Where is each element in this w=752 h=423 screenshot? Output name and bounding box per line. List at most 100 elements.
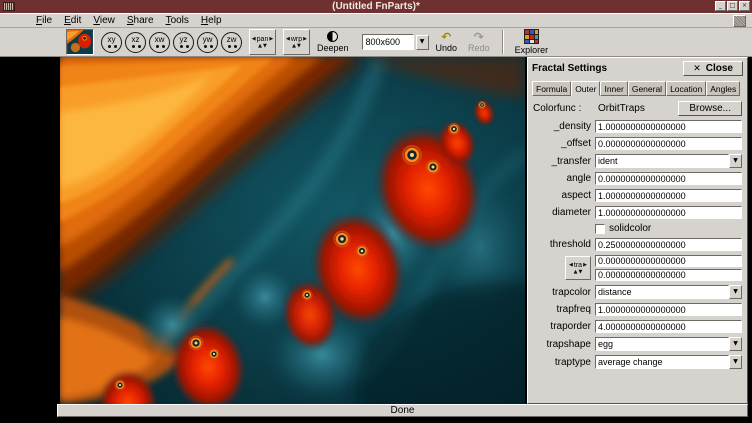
settings-row-trapfreq: trapfreq xyxy=(533,303,742,316)
traptype-combo[interactable]: average change ▼ xyxy=(595,355,742,369)
settings-row-offset: _offset xyxy=(533,137,742,150)
tab-formula[interactable]: Formula xyxy=(532,81,571,96)
axis-dots-icon xyxy=(204,45,207,48)
trapcolor-combo[interactable]: distance ▼ xyxy=(595,285,742,299)
titlebar-buttons: _ □ × xyxy=(715,1,750,11)
window-menu-icon[interactable] xyxy=(3,2,15,11)
fractal-settings-panel: Fractal Settings ✕ Close Formula Outer I… xyxy=(527,57,748,404)
offset-input[interactable] xyxy=(595,137,742,150)
trapfreq-input[interactable] xyxy=(595,303,742,316)
resolution-value[interactable]: 800x600 xyxy=(362,34,414,50)
menu-share[interactable]: Share xyxy=(121,15,160,26)
tab-inner[interactable]: Inner xyxy=(600,81,627,96)
diameter-input[interactable] xyxy=(595,206,742,219)
colorfunc-label: Colorfunc : xyxy=(533,103,595,114)
tra-input-1[interactable] xyxy=(595,255,742,267)
menu-edit[interactable]: Edit xyxy=(58,15,87,26)
arrow-right-icon[interactable]: ▶ xyxy=(269,37,273,42)
minimize-button[interactable]: _ xyxy=(715,1,726,11)
settings-tabs: Formula Outer Inner General Location Ang… xyxy=(532,81,743,96)
dropdown-arrow-icon[interactable]: ▼ xyxy=(729,154,742,168)
close-icon: ✕ xyxy=(693,64,701,74)
axis-button-xy[interactable]: xy xyxy=(101,32,122,53)
fractal-canvas[interactable] xyxy=(60,57,525,404)
tab-outer[interactable]: Outer xyxy=(571,81,600,96)
window-title: (Untitled FnParts)* xyxy=(0,0,752,13)
arrow-left-icon[interactable]: ◀ xyxy=(252,37,256,42)
tra-nudge-control[interactable]: ◀ tra ▶ ▲ ▼ xyxy=(565,256,591,280)
arrow-right-icon[interactable]: ▶ xyxy=(583,263,587,268)
undo-button[interactable]: ↶ Undo xyxy=(432,32,462,53)
menubar-grip-icon[interactable] xyxy=(733,15,746,27)
redo-icon: ↷ xyxy=(474,32,484,42)
redo-button[interactable]: ↷ Redo xyxy=(464,32,494,53)
menu-view[interactable]: View xyxy=(87,15,121,26)
arrow-up-icon[interactable]: ▲ xyxy=(258,44,262,49)
menu-tools[interactable]: Tools xyxy=(160,15,195,26)
maximize-button[interactable]: □ xyxy=(727,1,738,11)
menu-help[interactable]: Help xyxy=(195,15,228,26)
dropdown-arrow-icon[interactable]: ▼ xyxy=(729,337,742,351)
axis-dots-icon xyxy=(156,45,159,48)
arrow-down-icon[interactable]: ▼ xyxy=(297,44,301,49)
traporder-input[interactable] xyxy=(595,320,742,333)
arrow-down-icon[interactable]: ▼ xyxy=(579,270,583,275)
settings-row-threshold: threshold xyxy=(533,238,742,251)
settings-row-angle: angle xyxy=(533,172,742,185)
axis-button-xw[interactable]: xw xyxy=(149,32,170,53)
arrow-up-icon[interactable]: ▲ xyxy=(292,44,296,49)
undo-icon: ↶ xyxy=(441,32,451,42)
dropdown-arrow-icon[interactable]: ▼ xyxy=(729,285,742,299)
tab-angles[interactable]: Angles xyxy=(706,81,740,96)
deepen-icon xyxy=(327,31,338,42)
arrow-right-icon[interactable]: ▶ xyxy=(303,37,307,42)
settings-row-density: _density xyxy=(533,120,742,133)
resolution-combo: 800x600 ▼ xyxy=(362,34,429,50)
menu-file[interactable]: File xyxy=(30,15,58,26)
angle-input[interactable] xyxy=(595,172,742,185)
arrow-left-icon[interactable]: ◀ xyxy=(569,263,573,268)
close-window-button[interactable]: × xyxy=(739,1,750,11)
axis-button-zw[interactable]: zw xyxy=(221,32,242,53)
arrow-left-icon[interactable]: ◀ xyxy=(286,37,290,42)
threshold-input[interactable] xyxy=(595,238,742,251)
fractal-thumbnail[interactable] xyxy=(66,29,94,55)
axis-button-yw[interactable]: yw xyxy=(197,32,218,53)
close-panel-button[interactable]: ✕ Close xyxy=(683,61,743,76)
browse-button[interactable]: Browse... xyxy=(678,101,742,116)
menubar: File Edit View Share Tools Help xyxy=(0,13,752,28)
chevron-down-icon[interactable]: ▼ xyxy=(416,35,429,50)
settings-row-traporder: traporder xyxy=(533,320,742,333)
wrap-control[interactable]: ◀ wrp ▶ ▲ ▼ xyxy=(283,29,310,55)
settings-row-trapshape: trapshape egg ▼ xyxy=(533,337,742,351)
settings-row-aspect: aspect xyxy=(533,189,742,202)
axis-dots-icon xyxy=(132,45,135,48)
transfer-combo[interactable]: ident ▼ xyxy=(595,154,742,168)
density-input[interactable] xyxy=(595,120,742,133)
solidcolor-checkbox[interactable] xyxy=(595,224,605,234)
colorfunc-value: OrbitTraps xyxy=(595,103,678,114)
axis-dots-icon xyxy=(180,45,183,48)
tra-input-2[interactable] xyxy=(595,269,742,281)
settings-row-solidcolor: solidcolor xyxy=(533,223,742,234)
arrow-down-icon[interactable]: ▼ xyxy=(263,44,267,49)
tab-location[interactable]: Location xyxy=(666,81,706,96)
dropdown-arrow-icon[interactable]: ▼ xyxy=(729,355,742,369)
settings-row-transfer: _transfer ident ▼ xyxy=(533,154,742,168)
status-bar: Done xyxy=(57,404,748,417)
aspect-input[interactable] xyxy=(595,189,742,202)
axis-dots-icon xyxy=(108,45,111,48)
deepen-button[interactable]: Deepen xyxy=(313,31,353,53)
titlebar[interactable]: (Untitled FnParts)* _ □ × xyxy=(0,0,752,13)
panel-header: Fractal Settings ✕ Close xyxy=(532,61,743,76)
settings-row-trapcolor: trapcolor distance ▼ xyxy=(533,285,742,299)
axis-button-yz[interactable]: yz xyxy=(173,32,194,53)
fractal-thumbnail-icon xyxy=(67,30,93,54)
arrow-up-icon[interactable]: ▲ xyxy=(574,270,578,275)
pan-control[interactable]: ◀ pan ▶ ▲ ▼ xyxy=(249,29,276,55)
tab-general[interactable]: General xyxy=(628,81,666,96)
axis-button-xz[interactable]: xz xyxy=(125,32,146,53)
explorer-button[interactable]: Explorer xyxy=(511,29,553,55)
solidcolor-label: solidcolor xyxy=(609,223,651,234)
trapshape-combo[interactable]: egg ▼ xyxy=(595,337,742,351)
